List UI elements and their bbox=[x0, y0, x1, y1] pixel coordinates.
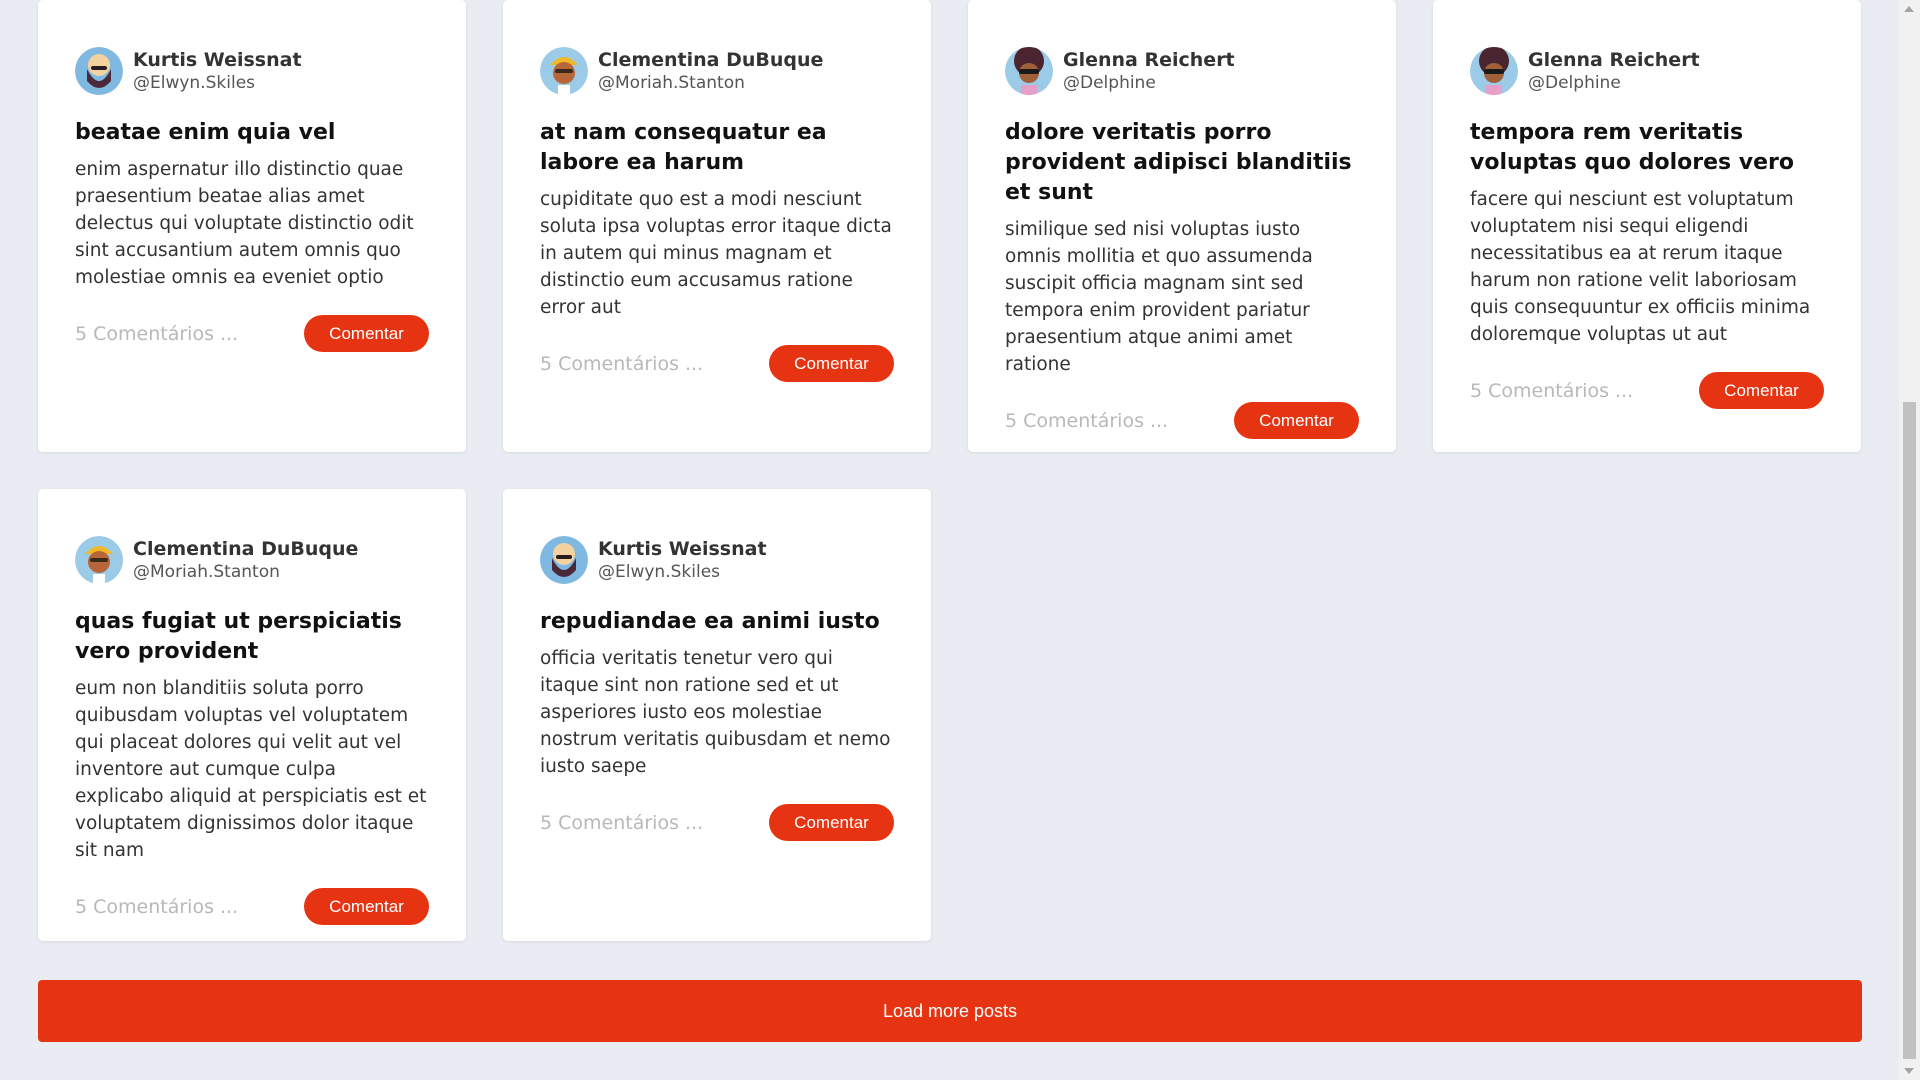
author-handle: @Delphine bbox=[1528, 73, 1621, 93]
post-footer: 5 Comentários ... Comentar bbox=[1005, 402, 1359, 439]
author-name: Clementina DuBuque bbox=[598, 49, 824, 71]
post-card: Kurtis Weissnat @Elwyn.Skiles repudianda… bbox=[503, 489, 931, 941]
post-author: Clementina DuBuque @Moriah.Stanton bbox=[540, 44, 894, 98]
post-author: Clementina DuBuque @Moriah.Stanton bbox=[75, 533, 429, 587]
bald-bearded-man-avatar-icon[interactable] bbox=[540, 536, 588, 584]
post-footer: 5 Comentários ... Comentar bbox=[540, 804, 894, 841]
author-name: Glenna Reichert bbox=[1063, 49, 1235, 71]
post-footer: 5 Comentários ... Comentar bbox=[75, 315, 429, 352]
scroll-up-icon[interactable] bbox=[1904, 6, 1914, 12]
author-name: Kurtis Weissnat bbox=[598, 538, 767, 560]
post-card: Clementina DuBuque @Moriah.Stanton quas … bbox=[38, 489, 466, 941]
post-footer: 5 Comentários ... Comentar bbox=[540, 345, 894, 382]
post-card: Clementina DuBuque @Moriah.Stanton at na… bbox=[503, 0, 931, 452]
afro-sunglasses-avatar-icon[interactable] bbox=[1005, 47, 1053, 95]
author-handle: @Moriah.Stanton bbox=[598, 73, 745, 93]
post-footer: 5 Comentários ... Comentar bbox=[1470, 372, 1824, 409]
post-card: Glenna Reichert @Delphine dolore veritat… bbox=[968, 0, 1396, 452]
load-more-button[interactable]: Load more posts bbox=[38, 980, 1862, 1042]
post-title: dolore veritatis porro provident adipisc… bbox=[1005, 120, 1352, 205]
comment-button[interactable]: Comentar bbox=[769, 345, 894, 382]
author-handle: @Moriah.Stanton bbox=[133, 562, 280, 582]
author-handle: @Elwyn.Skiles bbox=[598, 562, 721, 582]
author-name: Clementina DuBuque bbox=[133, 538, 359, 560]
author-name: Kurtis Weissnat bbox=[133, 49, 302, 71]
comment-button[interactable]: Comentar bbox=[1234, 402, 1359, 439]
comments-link[interactable]: 5 Comentários ... bbox=[1005, 410, 1168, 432]
post-author: Kurtis Weissnat @Elwyn.Skiles bbox=[540, 533, 894, 587]
post-body: eum non blanditiis soluta porro quibusda… bbox=[75, 678, 427, 861]
post-body: similique sed nisi voluptas iusto omnis … bbox=[1005, 219, 1313, 375]
vertical-scrollbar[interactable] bbox=[1899, 0, 1920, 1080]
author-handle: @Delphine bbox=[1063, 73, 1156, 93]
post-author: Glenna Reichert @Delphine bbox=[1005, 44, 1359, 98]
posts-page: Kurtis Weissnat @Elwyn.Skiles beatae eni… bbox=[0, 0, 1899, 1080]
scroll-down-icon[interactable] bbox=[1904, 1068, 1914, 1074]
post-title: tempora rem veritatis voluptas quo dolor… bbox=[1470, 120, 1794, 175]
post-body: enim aspernatur illo distinctio quae pra… bbox=[75, 159, 414, 288]
comments-link[interactable]: 5 Comentários ... bbox=[540, 353, 703, 375]
post-card: Kurtis Weissnat @Elwyn.Skiles beatae eni… bbox=[38, 0, 466, 452]
post-body: cupiditate quo est a modi nesciunt solut… bbox=[540, 189, 892, 318]
comment-button[interactable]: Comentar bbox=[1699, 372, 1824, 409]
author-handle: @Elwyn.Skiles bbox=[133, 73, 256, 93]
post-author: Glenna Reichert @Delphine bbox=[1470, 44, 1824, 98]
post-body: facere qui nesciunt est voluptatum volup… bbox=[1470, 189, 1811, 345]
post-title: repudiandae ea animi iusto bbox=[540, 609, 880, 634]
comments-link[interactable]: 5 Comentários ... bbox=[75, 323, 238, 345]
author-name: Glenna Reichert bbox=[1528, 49, 1700, 71]
yellow-cap-man-avatar-icon[interactable] bbox=[75, 536, 123, 584]
post-author: Kurtis Weissnat @Elwyn.Skiles bbox=[75, 44, 429, 98]
comments-link[interactable]: 5 Comentários ... bbox=[75, 896, 238, 918]
bald-bearded-man-avatar-icon[interactable] bbox=[75, 47, 123, 95]
scrollbar-thumb[interactable] bbox=[1903, 402, 1916, 1059]
comments-link[interactable]: 5 Comentários ... bbox=[1470, 380, 1633, 402]
post-title: quas fugiat ut perspiciatis vero provide… bbox=[75, 609, 402, 664]
comment-button[interactable]: Comentar bbox=[769, 804, 894, 841]
post-card: Glenna Reichert @Delphine tempora rem ve… bbox=[1433, 0, 1861, 452]
comments-link[interactable]: 5 Comentários ... bbox=[540, 812, 703, 834]
post-body: officia veritatis tenetur vero qui itaqu… bbox=[540, 648, 891, 777]
post-footer: 5 Comentários ... Comentar bbox=[75, 888, 429, 925]
afro-sunglasses-avatar-icon[interactable] bbox=[1470, 47, 1518, 95]
post-title: beatae enim quia vel bbox=[75, 120, 336, 145]
yellow-cap-man-avatar-icon[interactable] bbox=[540, 47, 588, 95]
comment-button[interactable]: Comentar bbox=[304, 315, 429, 352]
comment-button[interactable]: Comentar bbox=[304, 888, 429, 925]
post-title: at nam consequatur ea labore ea harum bbox=[540, 120, 827, 175]
posts-grid: Kurtis Weissnat @Elwyn.Skiles beatae eni… bbox=[38, 0, 1862, 941]
